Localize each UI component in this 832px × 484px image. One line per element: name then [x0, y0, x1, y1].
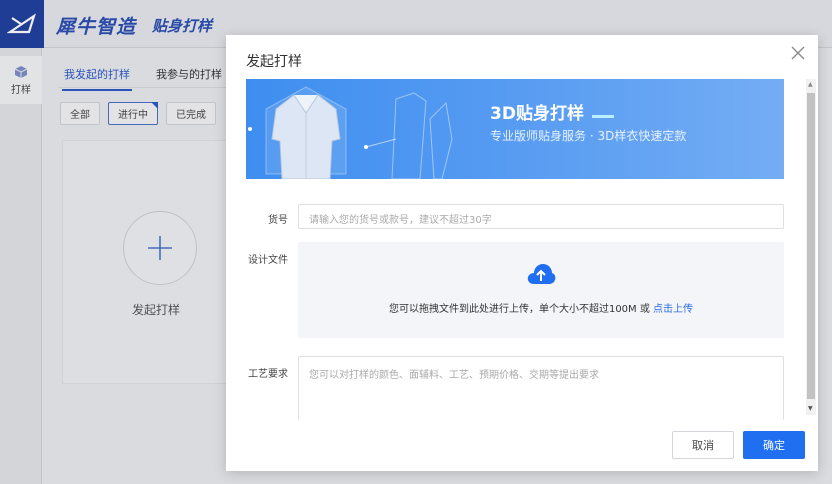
- item-no-input[interactable]: 请输入您的货号或款号，建议不超过30字: [298, 204, 784, 229]
- banner-title: 3D贴身打样: [490, 104, 584, 124]
- scroll-down-arrow-icon[interactable]: ▼: [808, 405, 813, 413]
- shirt-illustration: [248, 86, 453, 179]
- banner-accent-bar: [592, 115, 614, 118]
- dialog-scrollbar[interactable]: ▲ ▼: [806, 79, 816, 415]
- confirm-button[interactable]: 确定: [743, 431, 805, 459]
- start-sampling-dialog: 发起打样 3D贴身打样 专业版师贴身服务 · 3D样衣快速定款 货号 请输入您的…: [226, 35, 818, 471]
- cancel-button[interactable]: 取消: [672, 431, 734, 459]
- cloud-upload-icon: [527, 264, 556, 284]
- close-icon: [791, 46, 805, 60]
- file-dropzone[interactable]: 您可以拖拽文件到此处进行上传，单个大小不超过100M 或 点击上传: [298, 242, 784, 338]
- scroll-up-arrow-icon[interactable]: ▲: [808, 81, 813, 89]
- banner-subtitle: 专业版师贴身服务 · 3D样衣快速定款: [490, 129, 687, 143]
- close-button[interactable]: [788, 43, 808, 63]
- craft-textarea[interactable]: 您可以对打样的颜色、面辅料、工艺、预期价格、交期等提出要求: [298, 356, 784, 420]
- dropzone-hint: 您可以拖拽文件到此处进行上传，单个大小不超过100M 或 点击上传: [298, 300, 784, 315]
- scrollbar-thumb[interactable]: [807, 93, 815, 399]
- item-no-label: 货号: [268, 215, 288, 226]
- dropzone-hint-text: 您可以拖拽文件到此处进行上传，单个大小不超过100M 或: [388, 304, 654, 315]
- dialog-title: 发起打样: [246, 54, 302, 70]
- promo-banner: 3D贴身打样 专业版师贴身服务 · 3D样衣快速定款: [246, 79, 784, 179]
- design-file-label: 设计文件: [248, 255, 288, 266]
- click-upload-link[interactable]: 点击上传: [653, 304, 693, 315]
- craft-label: 工艺要求: [248, 369, 288, 380]
- item-no-placeholder: 请输入您的货号或款号，建议不超过30字: [309, 215, 492, 226]
- craft-placeholder: 您可以对打样的颜色、面辅料、工艺、预期价格、交期等提出要求: [309, 370, 599, 381]
